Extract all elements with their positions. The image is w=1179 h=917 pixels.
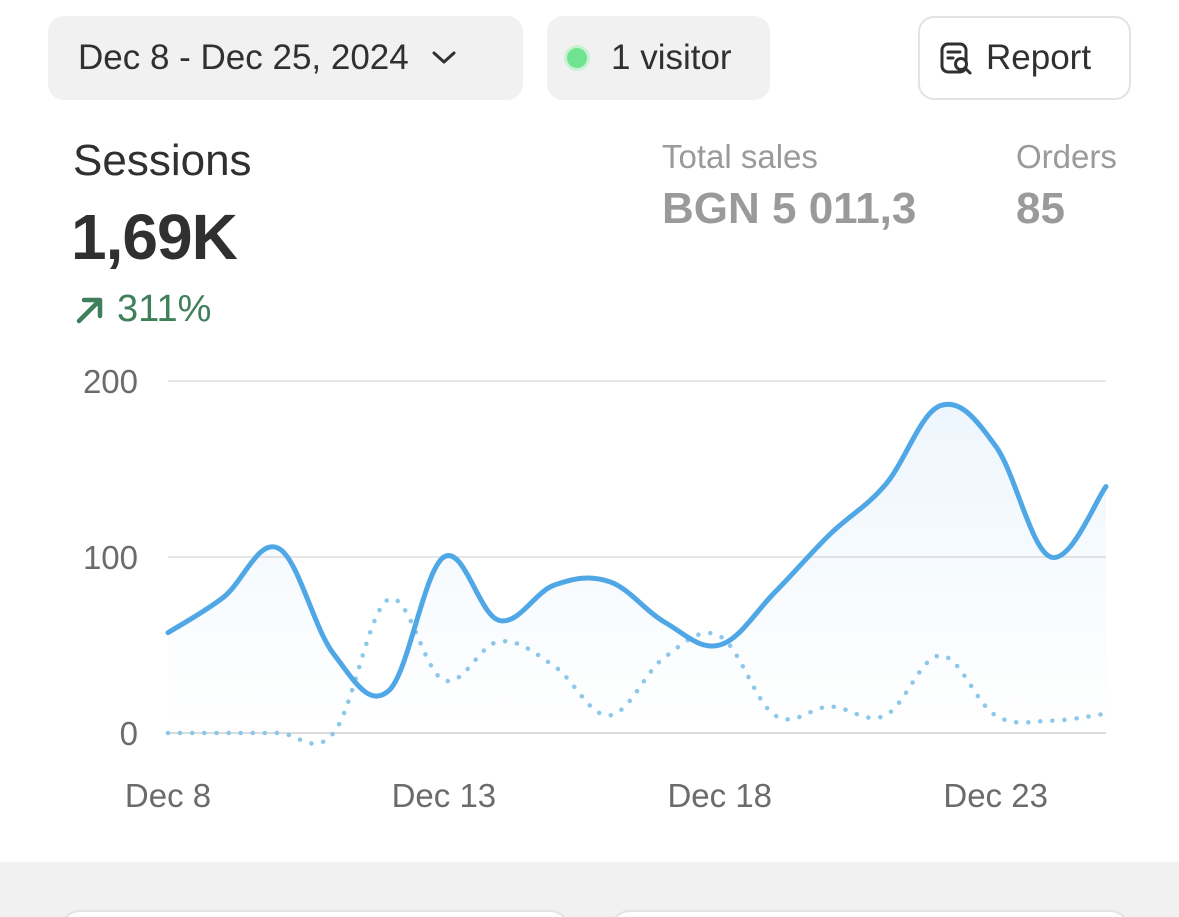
x-tick-label: Dec 18 bbox=[667, 777, 772, 814]
bottom-card[interactable] bbox=[610, 910, 1130, 917]
sessions-data-point bbox=[993, 444, 998, 449]
sessions-area-fill bbox=[168, 404, 1106, 733]
comparison-data-point bbox=[772, 713, 777, 718]
date-range-picker[interactable]: Dec 8 - Dec 25, 2024 bbox=[48, 16, 523, 100]
sessions-data-point bbox=[772, 590, 777, 595]
metric-change-value: 311% bbox=[117, 288, 212, 330]
metric-change: 311% bbox=[73, 288, 211, 331]
bottom-card[interactable] bbox=[60, 910, 570, 917]
report-button[interactable]: Report bbox=[918, 16, 1131, 100]
comparison-data-point bbox=[166, 731, 171, 736]
live-visitors-badge[interactable]: 1 visitor bbox=[547, 16, 770, 100]
total-sales-label: Total sales bbox=[662, 138, 818, 175]
comparison-data-point bbox=[441, 678, 446, 683]
sessions-data-point bbox=[883, 482, 888, 487]
comparison-data-point bbox=[221, 731, 226, 736]
comparison-data-point bbox=[331, 731, 336, 736]
bottom-panel bbox=[0, 862, 1179, 917]
comparison-data-point bbox=[607, 713, 612, 718]
sessions-data-point bbox=[221, 595, 226, 600]
live-status-dot-icon bbox=[567, 48, 587, 68]
orders-label: Orders bbox=[1016, 138, 1117, 175]
sessions-data-point bbox=[828, 532, 833, 537]
sessions-data-point bbox=[552, 583, 557, 588]
x-tick-label: Dec 13 bbox=[392, 777, 497, 814]
metric-value: 1,69K bbox=[71, 201, 238, 273]
sessions-data-point bbox=[1048, 555, 1053, 560]
x-tick-label: Dec 8 bbox=[125, 777, 211, 814]
arrow-up-right-icon bbox=[73, 293, 107, 327]
comparison-data-point bbox=[497, 639, 502, 644]
sessions-data-point bbox=[607, 579, 612, 584]
comparison-data-point bbox=[938, 653, 943, 658]
report-search-icon bbox=[938, 40, 974, 76]
visitors-label: 1 visitor bbox=[611, 38, 732, 77]
comparison-data-point bbox=[1048, 718, 1053, 723]
sessions-data-point bbox=[276, 546, 281, 551]
date-range-label: Dec 8 - Dec 25, 2024 bbox=[78, 38, 409, 77]
comparison-data-point bbox=[993, 713, 998, 718]
sessions-data-point bbox=[717, 643, 722, 648]
comparison-data-point bbox=[1104, 711, 1109, 716]
sessions-data-point bbox=[331, 651, 336, 656]
y-tick-label: 100 bbox=[83, 539, 138, 576]
x-tick-label: Dec 23 bbox=[943, 777, 1048, 814]
comparison-data-point bbox=[662, 655, 667, 660]
total-sales-value: BGN 5 011,3 bbox=[662, 184, 917, 233]
comparison-data-point bbox=[883, 713, 888, 718]
comparison-data-point bbox=[717, 634, 722, 639]
y-tick-label: 0 bbox=[120, 715, 138, 752]
y-tick-label: 200 bbox=[83, 363, 138, 400]
report-label: Report bbox=[986, 38, 1092, 77]
metric-title[interactable]: Sessions bbox=[73, 136, 252, 186]
sessions-data-point bbox=[441, 555, 446, 560]
sessions-data-point bbox=[497, 618, 502, 623]
sessions-data-point bbox=[166, 630, 171, 635]
sessions-chart[interactable]: 0 100 200 Dec 8 Dec 13 Dec 18 Dec 23 bbox=[0, 350, 1179, 830]
comparison-data-point bbox=[828, 704, 833, 709]
sessions-data-point bbox=[662, 620, 667, 625]
comparison-data-point bbox=[552, 664, 557, 669]
comparison-data-point bbox=[276, 731, 281, 736]
orders-metric[interactable]: Orders 85 bbox=[1016, 138, 1117, 234]
sessions-data-point bbox=[1104, 484, 1109, 489]
chevron-down-icon bbox=[431, 50, 457, 66]
toolbar: Dec 8 - Dec 25, 2024 1 visitor Report bbox=[0, 0, 1179, 110]
comparison-data-point bbox=[386, 597, 391, 602]
total-sales-metric[interactable]: Total sales BGN 5 011,3 bbox=[662, 138, 916, 234]
sessions-data-point bbox=[938, 403, 943, 408]
sessions-data-point bbox=[386, 688, 391, 693]
orders-value: 85 bbox=[1016, 184, 1065, 233]
